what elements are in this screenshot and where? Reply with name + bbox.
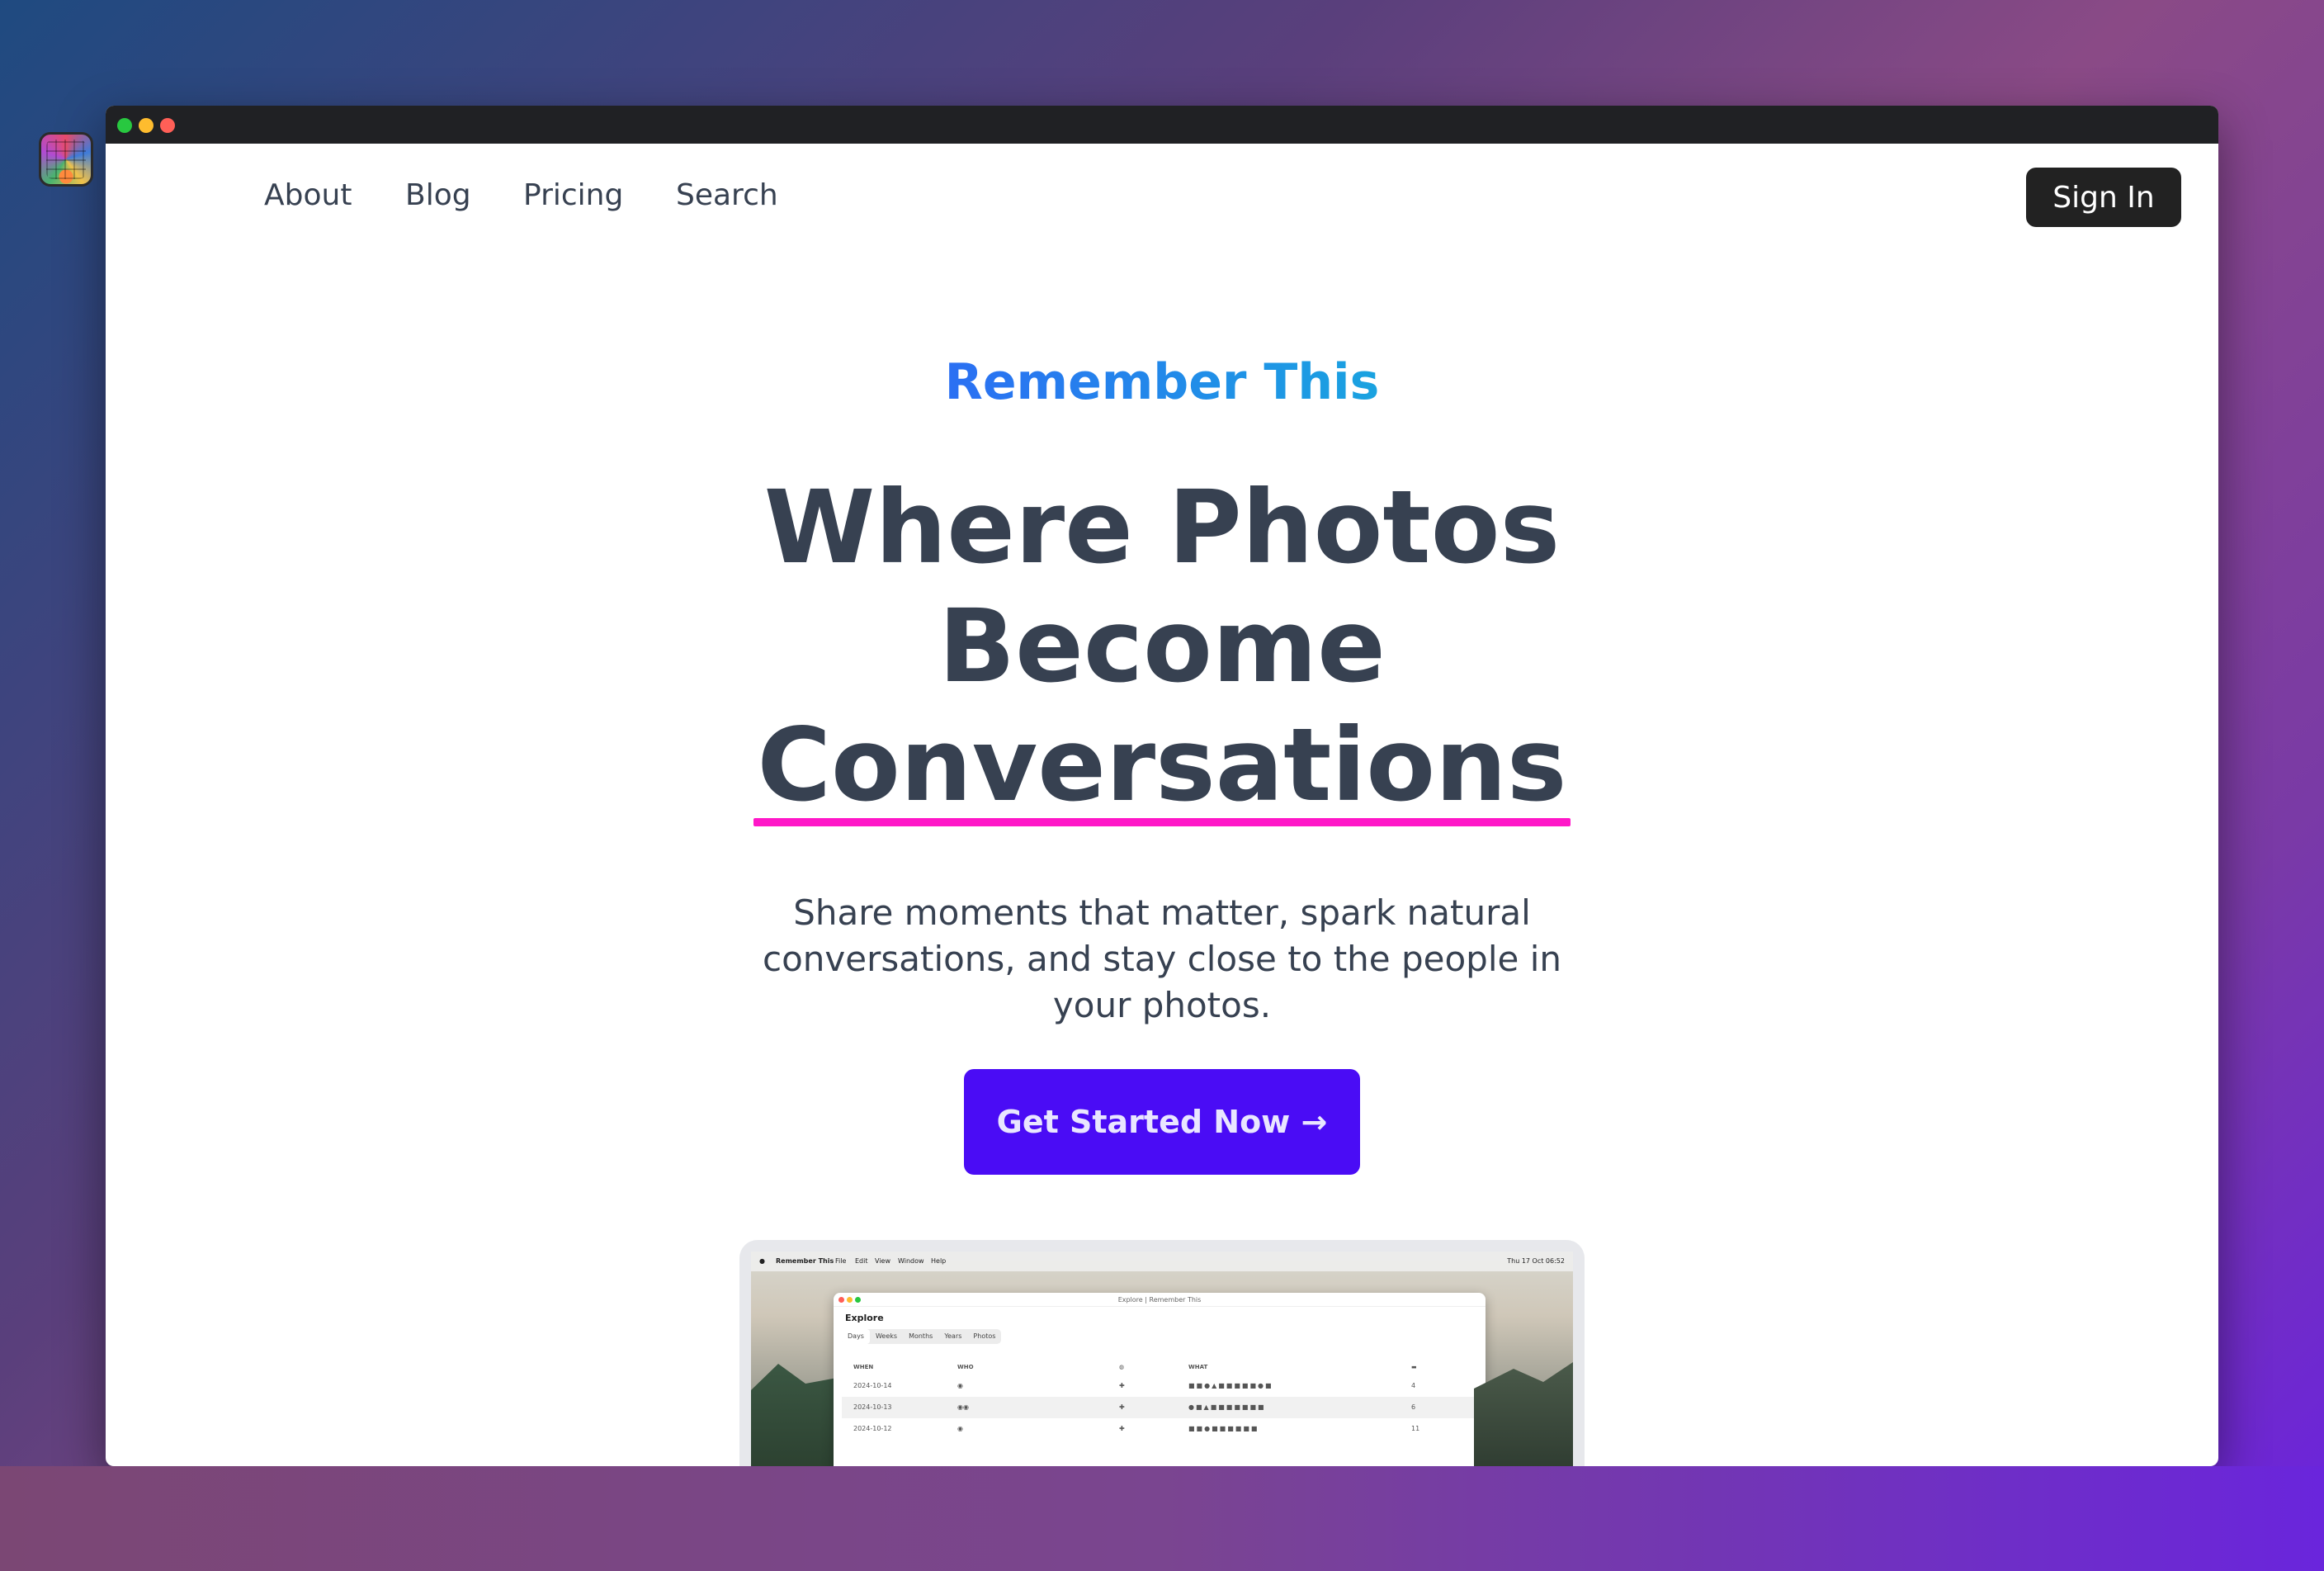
apple-icon: ● [759, 1257, 765, 1265]
preview-col-count-icon: ▬ [1411, 1364, 1417, 1370]
row-date: 2024-10-12 [853, 1425, 892, 1432]
app-logo-icon[interactable] [39, 132, 93, 187]
preview-table-header: WHEN WHO ◍ WHAT ▬ [842, 1360, 1477, 1374]
flag-icon: ✚ [1119, 1425, 1125, 1432]
avatar-icon: ◉ [957, 1425, 963, 1432]
preview-tabs: Days Weeks Months Years Photos [842, 1329, 1002, 1344]
eyebrow-text: Remember This [944, 353, 1380, 411]
preview-tab-photos: Photos [973, 1332, 996, 1340]
activity-icons: ■■●■■■■■■ [1188, 1425, 1259, 1432]
flag-icon: ✚ [1119, 1382, 1125, 1389]
row-date: 2024-10-13 [853, 1403, 892, 1411]
headline-line-3: Conversations [753, 707, 1571, 826]
preview-section-title: Explore [845, 1313, 884, 1323]
activity-icons: ■■●▲■■■■■●■ [1188, 1382, 1273, 1389]
preview-desktop: ● Remember This File Edit View Window He… [751, 1252, 1573, 1466]
preview-menu-help: Help [931, 1257, 947, 1265]
activity-icons: ●■▲■■■■■■■ [1188, 1403, 1266, 1411]
preview-tab-years: Years [944, 1332, 962, 1340]
preview-col-where-icon: ◍ [1119, 1364, 1125, 1370]
hero-headline: Where Photos Become Conversations [0, 468, 2324, 826]
nav-link-search[interactable]: Search [676, 178, 778, 212]
preview-menu-window: Window [898, 1257, 924, 1265]
window-titlebar [106, 106, 2218, 144]
window-zoom-button[interactable] [160, 118, 175, 133]
table-row: 2024-10-13 ◉◉ ✚ ●■▲■■■■■■■ 6 [842, 1397, 1477, 1418]
preview-window-title: Explore | Remember This [1117, 1296, 1202, 1304]
row-count: 6 [1411, 1403, 1416, 1411]
sign-in-button[interactable]: Sign In [2026, 168, 2181, 227]
flag-icon: ✚ [1119, 1403, 1125, 1411]
preview-menu-file: File [835, 1257, 847, 1265]
page-background-bottom [0, 1466, 2324, 1571]
preview-tab-days: Days [842, 1329, 870, 1344]
preview-tab-weeks: Weeks [875, 1332, 898, 1340]
preview-menu-edit: Edit [855, 1257, 868, 1265]
window-close-button[interactable] [117, 118, 132, 133]
headline-line-2: Become [938, 588, 1386, 705]
preview-tab-months: Months [909, 1332, 933, 1340]
table-row: 2024-10-12 ◉ ✚ ■■●■■■■■■ 11 [842, 1418, 1477, 1440]
preview-col-who: WHO [957, 1364, 974, 1370]
row-count: 11 [1411, 1425, 1420, 1432]
nav-link-blog[interactable]: Blog [405, 178, 471, 212]
preview-col-when: WHEN [853, 1364, 874, 1370]
avatar-icon: ◉◉ [957, 1403, 969, 1411]
nav-link-pricing[interactable]: Pricing [523, 178, 623, 212]
preview-menu-view: View [875, 1257, 890, 1265]
preview-app-window: Explore | Remember This Explore Days Wee… [834, 1293, 1486, 1466]
window-minimize-button[interactable] [139, 118, 154, 133]
preview-menubar-clock: Thu 17 Oct 06:52 [1507, 1257, 1565, 1265]
row-date: 2024-10-14 [853, 1382, 892, 1389]
preview-window-titlebar: Explore | Remember This [834, 1293, 1486, 1307]
preview-menubar: ● Remember This File Edit View Window He… [751, 1252, 1573, 1271]
table-row: 2024-10-14 ◉ ✚ ■■●▲■■■■■●■ 4 [842, 1375, 1477, 1397]
avatar-icon: ◉ [957, 1382, 963, 1389]
app-preview-screenshot: ● Remember This File Edit View Window He… [739, 1240, 1585, 1466]
preview-menubar-app: Remember This [776, 1257, 834, 1265]
row-count: 4 [1411, 1382, 1416, 1389]
get-started-button[interactable]: Get Started Now → [964, 1069, 1360, 1175]
hero-subtext: Share moments that matter, spark natural… [762, 892, 1561, 1025]
logo-pattern [46, 140, 86, 179]
preview-col-what: WHAT [1188, 1364, 1208, 1370]
nav-link-about[interactable]: About [264, 178, 352, 212]
hero-eyebrow: Remember This [0, 353, 2324, 411]
headline-line-1: Where Photos [763, 469, 1561, 586]
